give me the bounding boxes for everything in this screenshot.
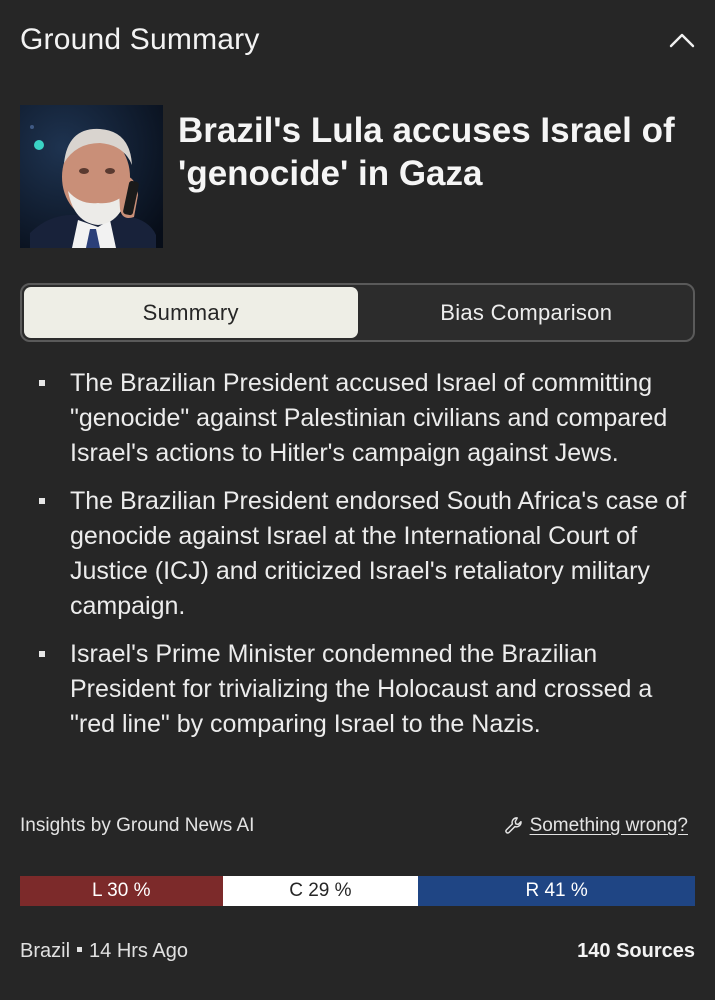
ground-summary-header: Ground Summary <box>20 18 695 62</box>
story-card[interactable]: Brazil's Lula accuses Israel of 'genocid… <box>20 105 695 248</box>
chevron-up-icon <box>669 33 695 48</box>
bias-right-label: R 41 % <box>525 880 588 901</box>
something-wrong-label[interactable]: Something wrong? <box>530 815 688 837</box>
ai-credit-text: Insights by Ground News AI <box>20 815 255 836</box>
person-on-phone-photo <box>20 105 163 248</box>
story-meta: Brazil 14 Hrs Ago <box>20 940 188 963</box>
bias-left-segment: L 30 % <box>20 876 223 906</box>
section-title: Ground Summary <box>20 23 260 56</box>
summary-bullet-list: The Brazilian President accused Israel o… <box>20 366 695 755</box>
summary-bullet: The Brazilian President endorsed South A… <box>20 484 695 624</box>
summary-tabs: Summary Bias Comparison <box>20 283 695 342</box>
bias-distribution-bar[interactable]: L 30 % C 29 % R 41 % <box>20 876 695 906</box>
separator-dot <box>77 946 83 952</box>
tab-summary[interactable]: Summary <box>24 287 358 338</box>
summary-bullet: The Brazilian President accused Israel o… <box>20 366 695 471</box>
something-wrong-link[interactable]: Something wrong? <box>503 815 688 837</box>
bias-center-label: C 29 % <box>289 880 352 901</box>
tab-bias-comparison[interactable]: Bias Comparison <box>360 285 694 340</box>
bias-left-label: L 30 % <box>92 880 151 901</box>
bullet-marker <box>39 651 45 657</box>
bullet-marker <box>39 498 45 504</box>
story-location: Brazil <box>20 939 71 962</box>
story-headline[interactable]: Brazil's Lula accuses Israel of 'genocid… <box>178 109 695 195</box>
collapse-button[interactable] <box>655 20 695 60</box>
summary-bullet: Israel's Prime Minister condemned the Br… <box>20 637 695 742</box>
sources-count[interactable]: 140 Sources <box>577 940 695 963</box>
bias-right-segment: R 41 % <box>418 876 695 906</box>
story-time: 14 Hrs Ago <box>89 939 188 962</box>
story-thumbnail <box>20 105 163 248</box>
story-footer: Brazil 14 Hrs Ago 140 Sources <box>20 936 695 966</box>
insights-row: Insights by Ground News AI Something wro… <box>20 812 688 840</box>
summary-bullet-text: Israel's Prime Minister condemned the Br… <box>70 640 653 738</box>
bias-center-segment: C 29 % <box>222 876 419 906</box>
summary-bullet-text: The Brazilian President accused Israel o… <box>70 369 668 467</box>
summary-bullet-text: The Brazilian President endorsed South A… <box>70 487 687 620</box>
wrench-icon <box>504 817 522 834</box>
bullet-marker <box>39 380 45 386</box>
